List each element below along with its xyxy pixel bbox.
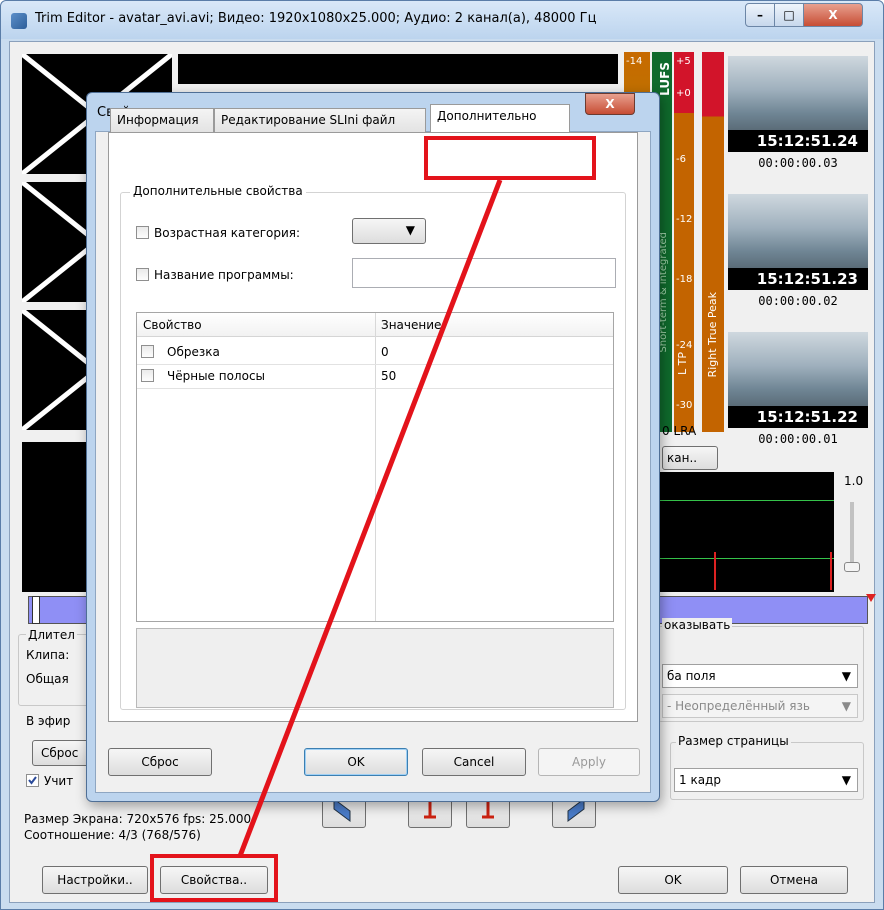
annotation-arrow bbox=[237, 179, 503, 857]
